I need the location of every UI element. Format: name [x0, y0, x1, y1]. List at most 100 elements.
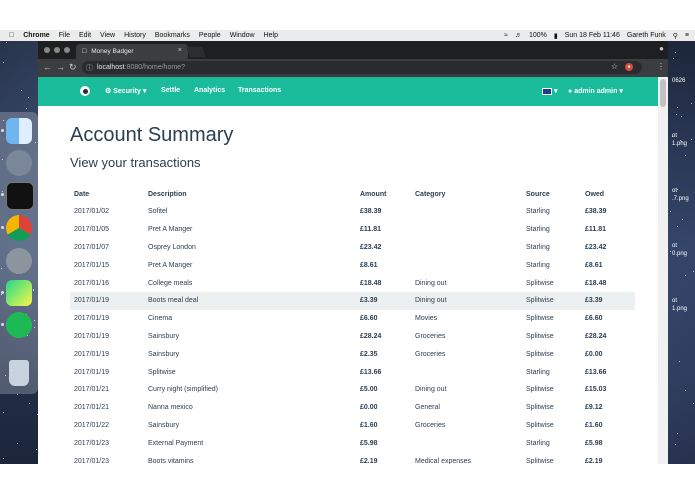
spotify-icon[interactable] [6, 312, 32, 338]
table-row[interactable]: 2017/01/19 Cinema £6.60 Movies Splitwise £6.6… [70, 310, 635, 328]
menu-bookmarks[interactable]: Bookmarks [155, 32, 190, 39]
wifi-icon[interactable]: ≈ [504, 32, 508, 39]
star-dot [21, 90, 23, 92]
address-bar[interactable]: ⓘ localhost:8080/home/home? ☆ ● [82, 61, 642, 74]
volume-icon[interactable]: ♬ [515, 32, 522, 39]
terminal-icon[interactable] [6, 182, 34, 210]
menu-file[interactable]: File [59, 32, 70, 39]
language-dropdown[interactable]: ▾ [542, 87, 557, 95]
bottom-margin [0, 464, 695, 494]
bookmark-star-icon[interactable]: ☆ [611, 62, 618, 71]
table-row[interactable]: 2017/01/05 Pret A Manger £11.81 Starling £11… [70, 221, 635, 239]
star-dot [6, 42, 8, 44]
table-row[interactable]: 2017/01/19 Splitwise £13.66 Starling £13.66 [70, 363, 635, 381]
finder-icon[interactable] [6, 118, 32, 144]
user-icon: ● [568, 88, 573, 95]
menu-people[interactable]: People [199, 32, 221, 39]
table-row[interactable]: 2017/01/07 Osprey London £23.42 Starling £23… [70, 239, 635, 257]
battery-icon[interactable]: ▮ [554, 32, 558, 40]
window-minimize-button[interactable] [54, 47, 60, 53]
profile-icon[interactable]: ● [659, 44, 664, 53]
caret-down-icon: ▾ [553, 88, 558, 95]
browser-menu-icon[interactable]: ⋮ [657, 62, 665, 71]
tab-close-icon[interactable]: × [178, 47, 182, 54]
cell-description: Sainsbury [148, 332, 180, 340]
cell-amount: £18.48 [360, 279, 382, 287]
cell-owed: £5.98 [585, 439, 603, 447]
forward-icon[interactable]: → [56, 62, 65, 72]
nav-security-dropdown[interactable]: ⚙ Security ▾ [105, 87, 146, 95]
chrome-icon[interactable] [6, 215, 32, 241]
menu-app-name[interactable]: Chrome [23, 32, 49, 39]
browser-tab[interactable]: □ Money Badger × [76, 44, 188, 59]
menu-help[interactable]: Help [264, 32, 278, 39]
cell-owed: £15.03 [585, 386, 607, 394]
site-info-icon[interactable]: ⓘ [86, 63, 93, 73]
extension-shield-icon[interactable]: ● [625, 63, 633, 71]
menu-history[interactable]: History [124, 32, 146, 39]
transactions-table: Date Description Amount Category Source … [70, 185, 635, 464]
table-row[interactable]: 2017/01/22 Sainsbury £1.60 Groceries Splitwi… [70, 417, 635, 435]
pycharm-icon[interactable] [6, 280, 32, 306]
menu-window[interactable]: Window [230, 32, 255, 39]
system-preferences-icon[interactable] [6, 248, 32, 274]
table-row[interactable]: 2017/01/19 Sainsbury £28.24 Groceries Splitw… [70, 328, 635, 346]
cell-date: 2017/01/15 [74, 261, 110, 269]
table-row[interactable]: 2017/01/21 Curry night (simplified) £5.00 D… [70, 381, 635, 399]
star-dot [3, 62, 5, 63]
tab-strip: □ Money Badger × ● [38, 41, 668, 59]
reload-icon[interactable]: ↻ [69, 62, 77, 73]
user-menu-dropdown[interactable]: ● admin admin ▾ [568, 87, 623, 95]
back-icon[interactable]: ← [43, 62, 52, 72]
col-header-category: Category [415, 190, 446, 198]
cell-source: Splitwise [526, 404, 554, 412]
browser-window: □ Money Badger × ● ← → ↻ ⓘ localhost:808… [38, 41, 668, 464]
nav-analytics[interactable]: Analytics [194, 87, 225, 94]
table-row[interactable]: 2017/01/21 Nanna mexico £0.00 General Splitw… [70, 399, 635, 417]
apple-icon[interactable]:  [9, 32, 14, 39]
battery-percent[interactable]: 100% [529, 32, 547, 39]
app-logo-icon[interactable] [80, 86, 90, 96]
window-zoom-button[interactable] [64, 47, 70, 53]
cell-category: General [415, 404, 440, 412]
menu-edit[interactable]: Edit [79, 32, 91, 39]
cell-source: Starling [526, 243, 550, 251]
scrollbar-thumb[interactable] [660, 79, 666, 107]
star-dot [677, 189, 679, 191]
user-name[interactable]: Gareth Funk [627, 32, 666, 39]
window-close-button[interactable] [44, 47, 50, 53]
table-row[interactable]: 2017/01/16 College meals £18.48 Dining out S… [70, 274, 635, 292]
table-row[interactable]: 2017/01/23 Boots vitamins £2.19 Medical exp… [70, 452, 635, 464]
nav-transactions[interactable]: Transactions [238, 87, 281, 94]
desktop-file-label: ot [672, 298, 678, 304]
notification-center-icon[interactable]: ≡ [685, 32, 689, 39]
cell-category: Movies [415, 315, 438, 323]
table-row[interactable]: 2017/01/02 Sofitel £38.39 Starling £38.39 [70, 203, 635, 221]
page-scrollbar[interactable] [658, 77, 668, 464]
cell-source: Splitwise [526, 421, 554, 429]
table-row[interactable]: 2017/01/15 Pret A Manger £8.61 Starling £8.6… [70, 256, 635, 274]
cell-description: Cinema [148, 315, 173, 323]
cell-description: Boots vitamins [148, 457, 194, 464]
table-header-row: Date Description Amount Category Source … [70, 185, 635, 203]
clock[interactable]: Sun 18 Feb 11:46 [565, 32, 620, 39]
col-header-amount: Amount [360, 190, 387, 198]
cell-description: Splitwise [148, 368, 176, 376]
spotlight-search-icon[interactable]: ⚲ [673, 32, 678, 40]
launchpad-icon[interactable] [6, 150, 32, 176]
star-dot [16, 394, 18, 396]
new-tab-button[interactable] [186, 47, 206, 57]
star-dot [693, 403, 695, 405]
cell-category [411, 203, 522, 221]
cell-category: Dining out [411, 291, 522, 310]
cell-description: Pret A Manger [148, 226, 193, 234]
trash-icon[interactable] [9, 360, 29, 386]
nav-settle[interactable]: Settle [161, 87, 180, 94]
cell-date: 2017/01/19 [74, 332, 110, 340]
menu-view[interactable]: View [100, 32, 115, 39]
table-row[interactable]: 2017/01/23 External Payment £5.98 Starling £… [70, 434, 635, 452]
table-row[interactable]: 2017/01/19 Boots meal deal £3.39 Dining out… [70, 291, 635, 310]
cell-amount: £5.98 [360, 439, 378, 447]
cell-amount: £38.39 [360, 208, 382, 216]
table-row[interactable]: 2017/01/19 Sainsbury £2.35 Groceries Splitwi… [70, 345, 635, 363]
